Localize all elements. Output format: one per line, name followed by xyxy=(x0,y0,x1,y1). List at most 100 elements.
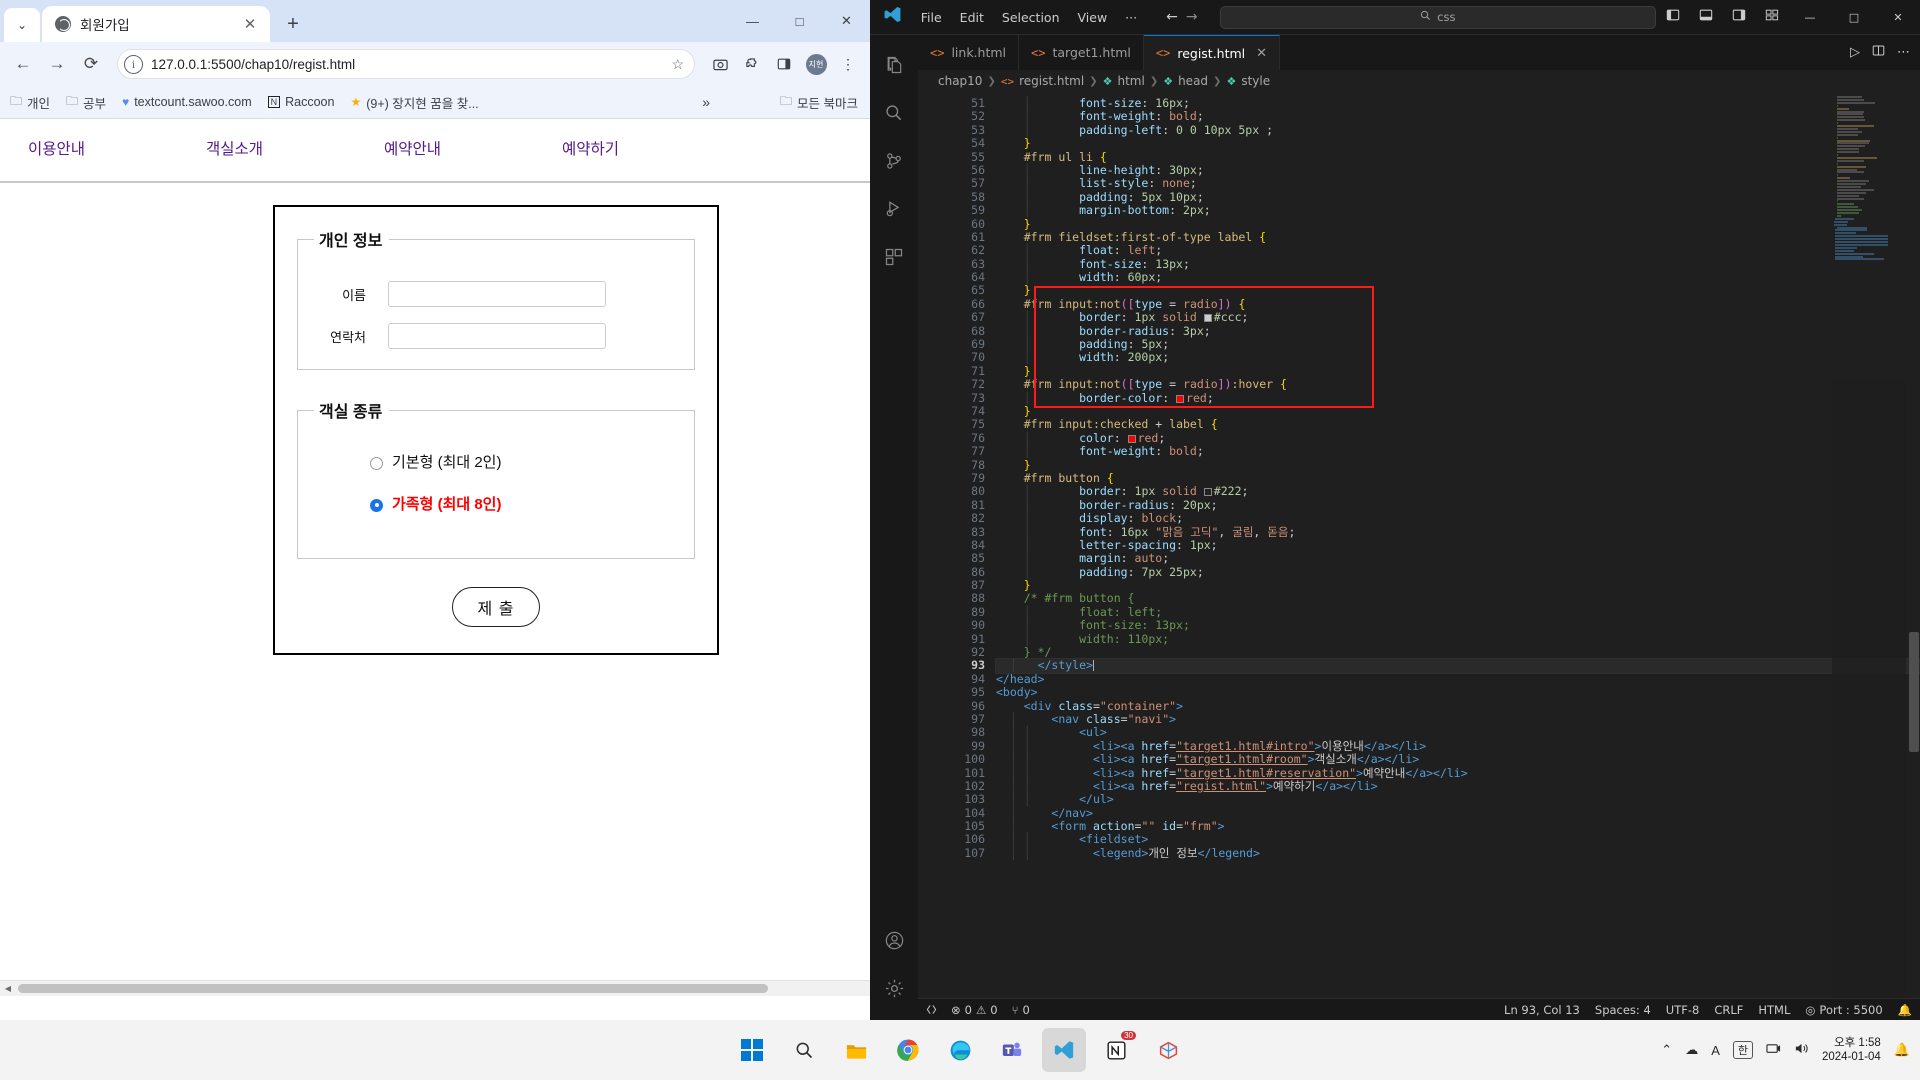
code-line[interactable]: #frm input:not([type = radio]):hover { xyxy=(996,378,1920,391)
explorer-icon[interactable] xyxy=(870,41,918,89)
settings-gear-icon[interactable] xyxy=(870,964,918,1012)
code-line[interactable]: │ width: 60px; xyxy=(996,270,1920,284)
code-line[interactable]: │ </style> xyxy=(995,658,1920,674)
ime-A-icon[interactable]: A xyxy=(1711,1043,1720,1058)
code-line[interactable]: │ list-style: none; xyxy=(996,177,1920,190)
run-and-debug-icon[interactable] xyxy=(870,185,918,233)
extensions-icon[interactable] xyxy=(870,233,918,281)
code-line[interactable]: │ padding: 5px; xyxy=(996,337,1920,351)
code-line[interactable]: │ padding: 5px 10px; xyxy=(996,190,1920,204)
scrollbar-thumb[interactable] xyxy=(1909,632,1919,752)
address-bar[interactable]: i 127.0.0.1:5500/chap10/regist.html ☆ xyxy=(117,49,695,79)
code-line[interactable]: <div class="container"> xyxy=(996,699,1920,713)
split-editor-icon[interactable] xyxy=(1872,44,1885,61)
toggle-panel-icon[interactable] xyxy=(1689,8,1722,26)
ime-korean-icon[interactable]: 한 xyxy=(1732,1041,1753,1059)
code-line[interactable]: } xyxy=(996,404,1920,418)
contact-input[interactable] xyxy=(388,323,606,349)
breadcrumb-head[interactable]: head xyxy=(1178,74,1208,88)
notifications-bell-icon[interactable]: 🔔 xyxy=(1898,1003,1912,1017)
all-bookmarks-button[interactable]: 🗀 모든 북마크 xyxy=(780,92,858,113)
code-line[interactable]: } */ xyxy=(996,645,1920,659)
code-line[interactable]: │ color: red; xyxy=(996,431,1920,445)
code-line[interactable]: #frm button { xyxy=(996,471,1920,485)
source-control-icon[interactable] xyxy=(870,137,918,185)
code-line[interactable]: │ font-weight: bold; xyxy=(996,444,1920,458)
taskbar-clock[interactable]: 오후 1:58 2024-01-04 xyxy=(1822,1036,1881,1064)
vscode-maximize-button[interactable]: □ xyxy=(1832,0,1876,35)
reload-icon[interactable]: ⟳ xyxy=(76,49,106,79)
search-icon[interactable] xyxy=(870,89,918,137)
menu-edit[interactable]: Edit xyxy=(951,6,993,29)
code-line[interactable]: │ │ <fieldset> xyxy=(996,833,1920,846)
code-line[interactable]: │ font-size: 13px; xyxy=(996,257,1920,271)
tab-search-chevron-icon[interactable]: ⌄ xyxy=(4,8,40,42)
submit-button[interactable]: 제 출 xyxy=(451,587,541,627)
teams-icon[interactable] xyxy=(990,1028,1034,1072)
minimize-button[interactable]: — xyxy=(729,0,776,42)
minimap[interactable] xyxy=(1832,92,1906,998)
radio-option-basic[interactable]: 기본형 (최대 2인) xyxy=(370,448,678,478)
start-windows-icon[interactable] xyxy=(730,1028,774,1072)
back-icon[interactable]: ← xyxy=(8,49,38,79)
code-line[interactable]: │ display: block; xyxy=(996,511,1920,525)
sketchup-icon[interactable] xyxy=(1146,1028,1190,1072)
nav-link-intro[interactable]: 이용안내 xyxy=(10,137,188,159)
code-line[interactable]: │ │ <li><a href="regist.html">예약하기</a></… xyxy=(996,779,1920,793)
scroll-left-arrow-icon[interactable]: ◀ xyxy=(0,984,16,993)
radio-label-family[interactable]: 가족형 (최대 8인) xyxy=(392,490,501,520)
command-search-bar[interactable]: css xyxy=(1219,5,1656,29)
menu-view[interactable]: View xyxy=(1069,6,1117,29)
bookmark-item[interactable]: 🗀 공부 xyxy=(66,92,106,113)
toggle-primary-sidebar-icon[interactable] xyxy=(1656,8,1689,26)
code-line[interactable]: │ padding-left: 0 0 10px 5px ; xyxy=(996,123,1920,137)
remote-indicator[interactable] xyxy=(926,1004,937,1015)
code-line[interactable]: │ width: 200px; xyxy=(996,351,1920,364)
code-line[interactable]: │ border-radius: 20px; xyxy=(996,498,1920,512)
code-line[interactable]: │ margin: auto; xyxy=(996,552,1920,565)
code-line[interactable]: │ <form action="" id="frm"> xyxy=(996,819,1920,833)
puzzle-icon[interactable] xyxy=(738,50,766,78)
code-line[interactable]: } xyxy=(996,364,1920,378)
menu-more[interactable]: ··· xyxy=(1116,6,1146,29)
encoding-indicator[interactable]: UTF-8 xyxy=(1666,1003,1700,1017)
close-icon[interactable]: ✕ xyxy=(240,15,260,33)
editor-tab-target1-html[interactable]: <> target1.html xyxy=(1019,35,1144,70)
scrollbar-thumb[interactable] xyxy=(18,984,768,993)
code-content[interactable]: │ font-size: 16px; │ font-weight: bold; … xyxy=(995,92,1920,998)
sidepanel-icon[interactable] xyxy=(770,50,798,78)
code-line[interactable]: │ │ <li><a href="target1.html#intro">이용안… xyxy=(996,739,1920,753)
page-horizontal-scrollbar[interactable]: ◀ xyxy=(0,980,870,996)
code-line[interactable]: │ line-height: 30px; xyxy=(996,163,1920,177)
more-actions-icon[interactable]: ⋯ xyxy=(1897,45,1910,60)
run-preview-icon[interactable]: ▷ xyxy=(1850,45,1860,60)
language-mode-indicator[interactable]: HTML xyxy=(1758,1003,1790,1017)
code-line[interactable]: } xyxy=(996,578,1920,592)
close-icon[interactable]: ✕ xyxy=(1256,46,1267,61)
accounts-icon[interactable] xyxy=(870,916,918,964)
menu-file[interactable]: File xyxy=(912,6,951,29)
code-line[interactable]: } xyxy=(996,458,1920,472)
notification-bell-icon[interactable]: 🔔 xyxy=(1894,1042,1910,1058)
new-tab-button[interactable]: + xyxy=(278,9,308,39)
code-line[interactable]: /* #frm button { xyxy=(996,592,1920,605)
code-line[interactable]: │ │ <ul> xyxy=(996,726,1920,739)
breadcrumb-style[interactable]: style xyxy=(1241,74,1270,88)
code-line[interactable]: │ │ <li><a href="target1.html#room">객실소개… xyxy=(996,752,1920,766)
nav-link-reservation[interactable]: 예약안내 xyxy=(366,137,544,159)
name-input[interactable] xyxy=(388,281,606,307)
maximize-button[interactable]: □ xyxy=(776,0,823,42)
code-line[interactable]: │ float: left; xyxy=(996,605,1920,619)
chrome-icon[interactable] xyxy=(886,1028,930,1072)
go-back-icon[interactable]: ← xyxy=(1166,9,1178,25)
editor-tab-link-html[interactable]: <> link.html xyxy=(918,35,1020,70)
line-col-indicator[interactable]: Ln 93, Col 13 xyxy=(1504,1003,1580,1017)
code-line[interactable]: │ font-weight: bold; xyxy=(996,110,1920,123)
radio-button-basic[interactable] xyxy=(370,456,383,470)
code-line[interactable]: #frm input:checked + label { xyxy=(996,418,1920,431)
code-line[interactable]: #frm fieldset:first-of-type label { xyxy=(996,230,1920,244)
code-editor[interactable]: 51 52 53 54 55 56 57 58 59 60 61 62 63 64 65 66 67 68 69 70… xyxy=(918,92,1920,998)
breadcrumb-file[interactable]: regist.html xyxy=(1019,74,1084,88)
code-line[interactable]: │ padding: 7px 25px; xyxy=(996,565,1920,579)
bookmark-item[interactable]: 🗀 개인 xyxy=(10,92,50,113)
